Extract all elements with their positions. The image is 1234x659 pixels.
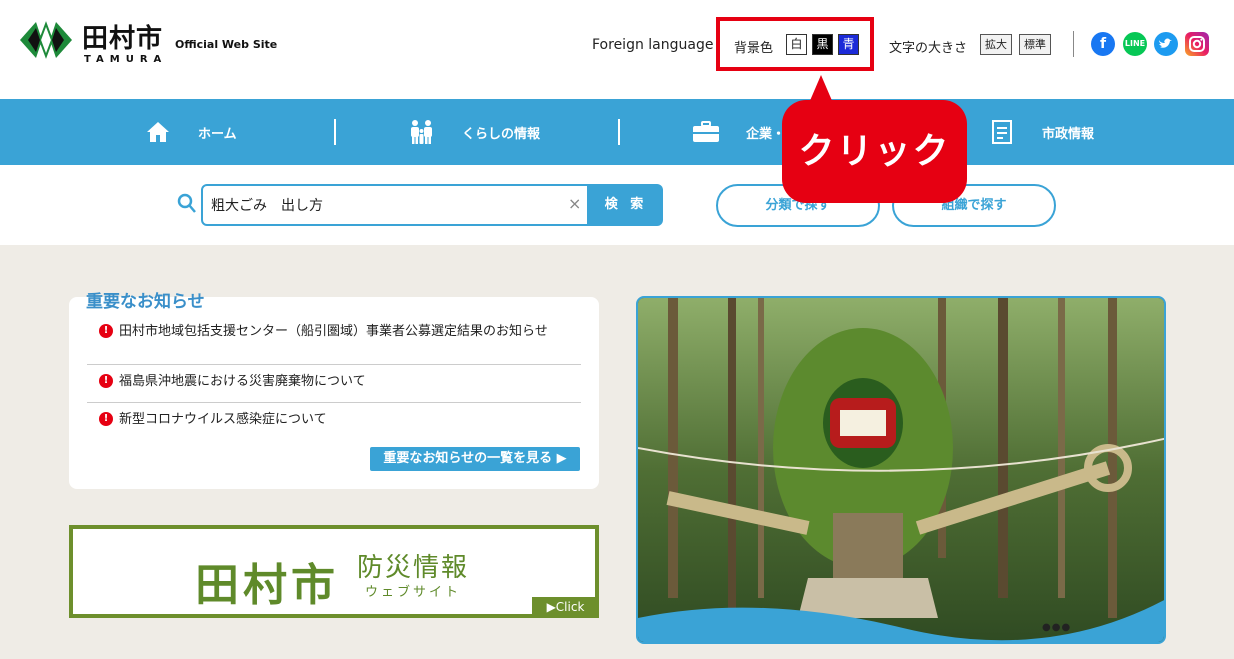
- notices-heading: 重要なお知らせ: [86, 292, 205, 312]
- tamura-logo-icon: [20, 21, 72, 59]
- click-callout-text: クリック: [798, 131, 951, 172]
- notice-text: 田村市地域包括支援センター（船引圏域）事業者公募選定結果のお知らせ: [119, 324, 548, 339]
- search-input[interactable]: [201, 184, 589, 226]
- notice-item[interactable]: ! 福島県沖地震における災害廃棄物について: [99, 373, 579, 391]
- notice-divider: [87, 364, 581, 365]
- nav-home-label: ホーム: [198, 126, 237, 142]
- document-icon: [988, 118, 1016, 146]
- bg-black-button[interactable]: 黒: [812, 34, 833, 55]
- header-divider: [1073, 31, 1074, 57]
- notice-item[interactable]: ! 田村市地域包括支援センター（船引圏域）事業者公募選定結果のお知らせ: [99, 323, 579, 341]
- callout-pointer: [809, 75, 833, 103]
- nav-living[interactable]: くらしの情報: [408, 99, 540, 165]
- nav-city-admin-label: 市政情報: [1042, 126, 1095, 142]
- slideshow-dots[interactable]: ●●●: [1042, 622, 1071, 633]
- nav-city-admin[interactable]: 市政情報: [988, 99, 1094, 165]
- font-enlarge-button[interactable]: 拡大: [980, 34, 1012, 55]
- font-standard-button[interactable]: 標準: [1019, 34, 1051, 55]
- notice-divider: [87, 402, 581, 403]
- briefcase-icon: [692, 118, 720, 146]
- nav-separator: [334, 119, 336, 145]
- bg-white-button[interactable]: 白: [786, 34, 807, 55]
- twitter-icon[interactable]: [1154, 32, 1178, 56]
- search-button[interactable]: 検 索: [589, 184, 663, 226]
- alert-icon: !: [99, 324, 113, 338]
- hero-slideshow[interactable]: ●●●: [636, 296, 1166, 644]
- disaster-banner-city: 田村市: [195, 560, 339, 611]
- notices-more-button[interactable]: 重要なお知らせの一覧を見る ▶: [370, 447, 580, 471]
- disaster-banner-title: 防災情報: [357, 553, 470, 583]
- logo-text-en: TAMURA: [84, 54, 168, 65]
- alert-icon: !: [99, 374, 113, 388]
- nav-separator: [618, 119, 620, 145]
- background-color-label: 背景色: [734, 41, 774, 56]
- search-area: × 検 索 分類で探す 組織で探す: [0, 165, 1234, 245]
- alert-icon: !: [99, 412, 113, 426]
- family-icon: [408, 118, 436, 146]
- facebook-icon[interactable]: f: [1091, 32, 1115, 56]
- line-icon[interactable]: LINE: [1123, 32, 1147, 56]
- background-color-selector: 背景色 白 黒 青: [716, 17, 874, 71]
- global-nav: ホーム くらしの情報 企業・ 市政情報: [0, 99, 1234, 165]
- nav-business-label: 企業・: [746, 126, 786, 142]
- site-header: 田村市 TAMURA Official Web Site Foreign lan…: [0, 0, 1234, 99]
- bg-blue-button[interactable]: 青: [838, 34, 859, 55]
- instagram-icon[interactable]: [1185, 32, 1209, 56]
- disaster-banner-click: ▶Click: [532, 597, 599, 618]
- foreign-language-link[interactable]: Foreign language: [592, 37, 713, 53]
- nav-home[interactable]: ホーム: [144, 99, 237, 165]
- home-icon: [144, 118, 172, 146]
- logo-subtitle: Official Web Site: [175, 38, 278, 51]
- notice-item[interactable]: ! 新型コロナウイルス感染症について: [99, 411, 579, 429]
- notice-text: 福島県沖地震における災害廃棄物について: [119, 374, 366, 389]
- clear-icon[interactable]: ×: [568, 194, 581, 213]
- click-callout: クリック: [782, 100, 967, 203]
- disaster-info-banner[interactable]: 田村市 防災情報 ウェブサイト ▶Click: [69, 525, 599, 618]
- search-icon: [177, 193, 196, 213]
- notice-text: 新型コロナウイルス感染症について: [119, 412, 327, 427]
- font-size-label: 文字の大きさ: [889, 41, 968, 56]
- disaster-banner-website: ウェブサイト: [365, 585, 462, 600]
- logo-text-jp: 田村市: [82, 24, 164, 54]
- hero-photo: [638, 298, 1164, 642]
- site-logo[interactable]: 田村市 TAMURA Official Web Site: [18, 18, 278, 70]
- nav-business[interactable]: 企業・: [692, 99, 785, 165]
- nav-living-label: くらしの情報: [462, 126, 541, 142]
- important-notices-panel: ! 田村市地域包括支援センター（船引圏域）事業者公募選定結果のお知らせ ! 福島…: [69, 297, 599, 489]
